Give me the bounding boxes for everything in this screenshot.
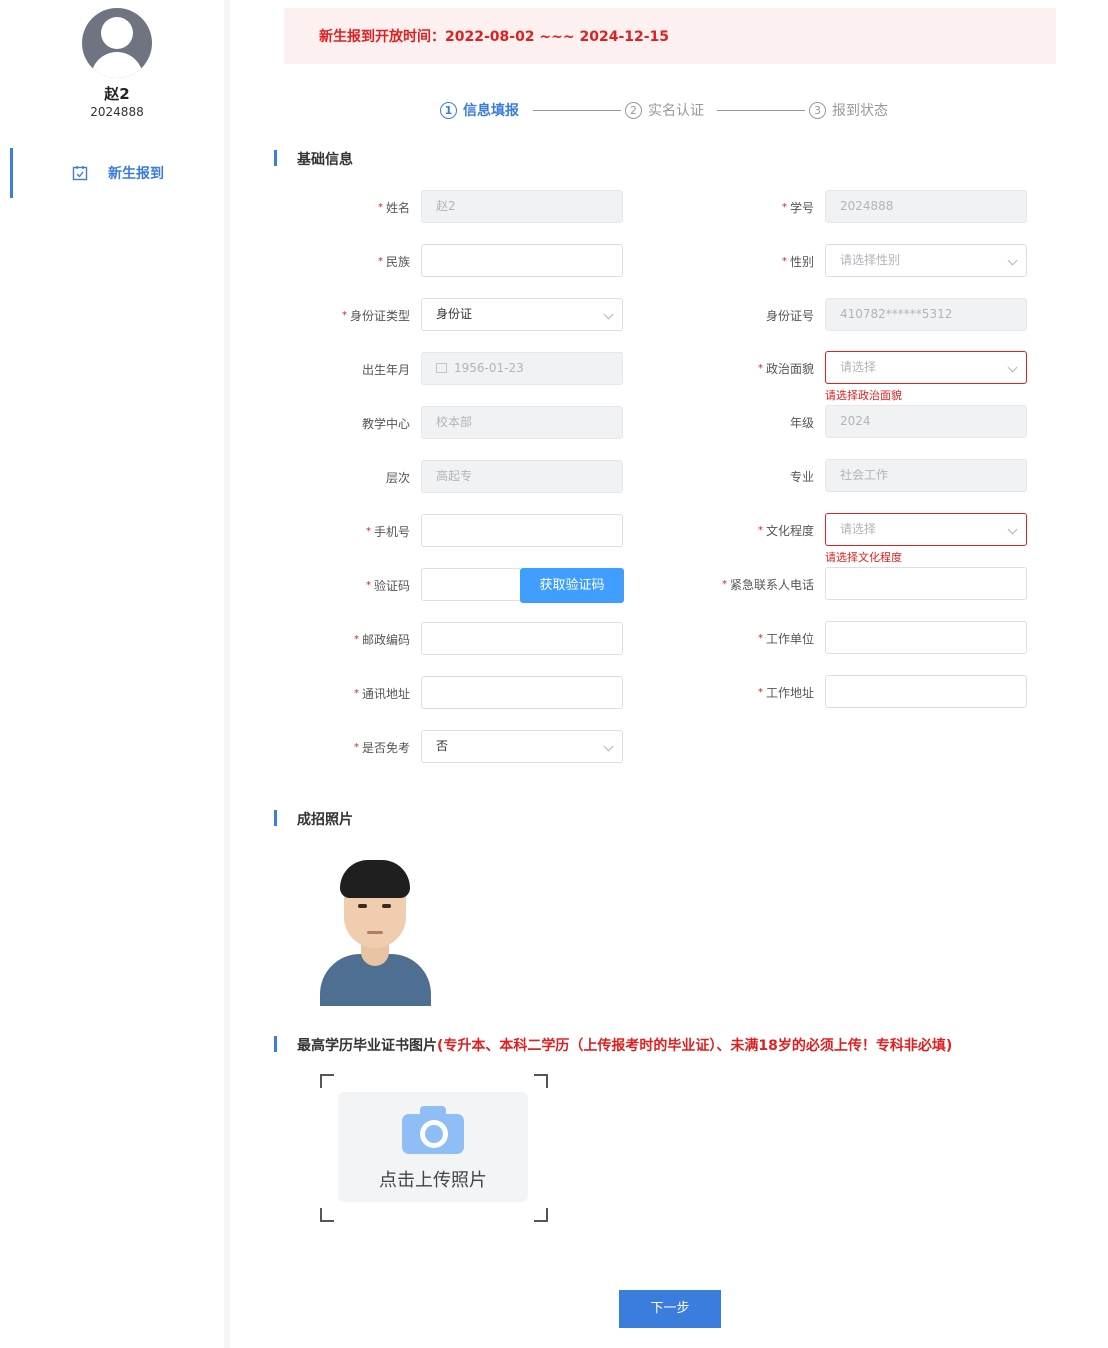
postcode-label: * 邮政编码 xyxy=(353,633,410,647)
postcode-field[interactable] xyxy=(421,622,623,655)
political-error: 请选择政治面貌 xyxy=(825,389,902,402)
id-type-select[interactable]: 身份证 xyxy=(421,298,623,331)
upload-photo-area[interactable]: 点击上传照片 xyxy=(320,1074,548,1222)
sidebar: 赵2 2024888 新生报到 xyxy=(0,0,224,1348)
id-type-label: * 身份证类型 xyxy=(341,309,410,323)
chevron-down-icon xyxy=(603,741,614,752)
birth-label: 出生年月 xyxy=(361,363,410,377)
active-indicator xyxy=(10,148,13,198)
chevron-down-icon xyxy=(1007,524,1018,535)
political-select[interactable]: 请选择 xyxy=(825,351,1027,384)
user-id: 2024888 xyxy=(90,105,144,119)
grade-label: 年级 xyxy=(789,416,814,430)
section-diploma-note: (专升本、本科二学历（上传报考时的毕业证）、未满18岁的必须上传！专科非必填) xyxy=(437,1038,953,1054)
political-label: * 政治面貌 xyxy=(757,362,814,376)
major-label: 专业 xyxy=(789,470,814,484)
step-1: 1 信息填报 xyxy=(440,100,519,120)
grade-field[interactable]: 2024 xyxy=(825,405,1027,438)
id-no-field[interactable]: 410782******5312 xyxy=(825,298,1027,331)
exempt-select[interactable]: 否 xyxy=(421,730,623,763)
code-field[interactable] xyxy=(421,568,521,601)
calendar-check-icon xyxy=(72,166,88,181)
level-label: 层次 xyxy=(385,471,410,485)
section-basic-title: 基础信息 xyxy=(297,152,353,168)
student-no-label: * 学号 xyxy=(781,201,814,215)
emergency-label: * 紧急联系人电话 xyxy=(721,578,814,592)
next-step-button[interactable]: 下一步 xyxy=(619,1290,721,1328)
step-connector xyxy=(717,110,805,111)
id-no-label: 身份证号 xyxy=(765,309,814,323)
step-3: 3 报到状态 xyxy=(809,100,888,120)
step-2-number: 2 xyxy=(625,102,642,119)
name-label: * 姓名 xyxy=(377,201,410,215)
calendar-icon xyxy=(436,363,447,373)
gender-label: * 性别 xyxy=(781,255,814,269)
sidebar-item-label: 新生报到 xyxy=(108,166,164,182)
chevron-down-icon xyxy=(1007,255,1018,266)
student-no-field[interactable]: 2024888 xyxy=(825,190,1027,223)
section-diploma-title: 最高学历毕业证书图片 xyxy=(297,1038,437,1054)
address-field[interactable] xyxy=(421,676,623,709)
work-address-label: * 工作地址 xyxy=(757,686,814,700)
phone-label: * 手机号 xyxy=(365,525,410,539)
ethnicity-label: * 民族 xyxy=(377,255,410,269)
step-3-number: 3 xyxy=(809,102,826,119)
level-field[interactable]: 高起专 xyxy=(421,460,623,493)
work-address-field[interactable] xyxy=(825,675,1027,708)
center-field[interactable]: 校本部 xyxy=(421,406,623,439)
ethnicity-field[interactable] xyxy=(421,244,623,277)
step-3-label: 报到状态 xyxy=(832,103,888,119)
student-photo xyxy=(320,858,431,1006)
education-select[interactable]: 请选择 xyxy=(825,513,1027,546)
section-photo-title: 成招照片 xyxy=(297,812,353,828)
chevron-down-icon xyxy=(603,309,614,320)
upload-text: 点击上传照片 xyxy=(379,1170,487,1191)
phone-field[interactable] xyxy=(421,514,623,547)
notice-text: 新生报到开放时间：2022-08-02 ~~~ 2024-12-15 xyxy=(319,29,670,45)
work-unit-field[interactable] xyxy=(825,621,1027,654)
sidebar-divider xyxy=(224,0,230,1348)
camera-icon xyxy=(402,1106,464,1154)
center-label: 教学中心 xyxy=(361,417,410,431)
step-1-number: 1 xyxy=(440,102,457,119)
step-1-label: 信息填报 xyxy=(463,103,519,119)
birth-field[interactable]: 1956-01-23 xyxy=(421,352,623,385)
exempt-label: * 是否免考 xyxy=(353,741,410,755)
code-label: * 验证码 xyxy=(365,579,410,593)
step-2-label: 实名认证 xyxy=(648,103,704,119)
user-name: 赵2 xyxy=(104,85,130,103)
upload-box[interactable]: 点击上传照片 xyxy=(338,1092,528,1202)
step-connector xyxy=(533,110,621,111)
education-label: * 文化程度 xyxy=(757,524,814,538)
step-2: 2 实名认证 xyxy=(625,100,704,120)
major-field[interactable]: 社会工作 xyxy=(825,459,1027,492)
address-label: * 通讯地址 xyxy=(353,687,410,701)
emergency-field[interactable] xyxy=(825,567,1027,600)
gender-select[interactable]: 请选择性别 xyxy=(825,244,1027,277)
name-field[interactable]: 赵2 xyxy=(421,190,623,223)
avatar xyxy=(82,8,152,78)
chevron-down-icon xyxy=(1007,362,1018,373)
education-error: 请选择文化程度 xyxy=(825,551,902,564)
get-code-button[interactable]: 获取验证码 xyxy=(520,568,624,603)
sidebar-item-registration[interactable]: 新生报到 xyxy=(0,148,224,198)
notice-banner: 新生报到开放时间：2022-08-02 ~~~ 2024-12-15 xyxy=(284,8,1056,64)
work-unit-label: * 工作单位 xyxy=(757,632,814,646)
